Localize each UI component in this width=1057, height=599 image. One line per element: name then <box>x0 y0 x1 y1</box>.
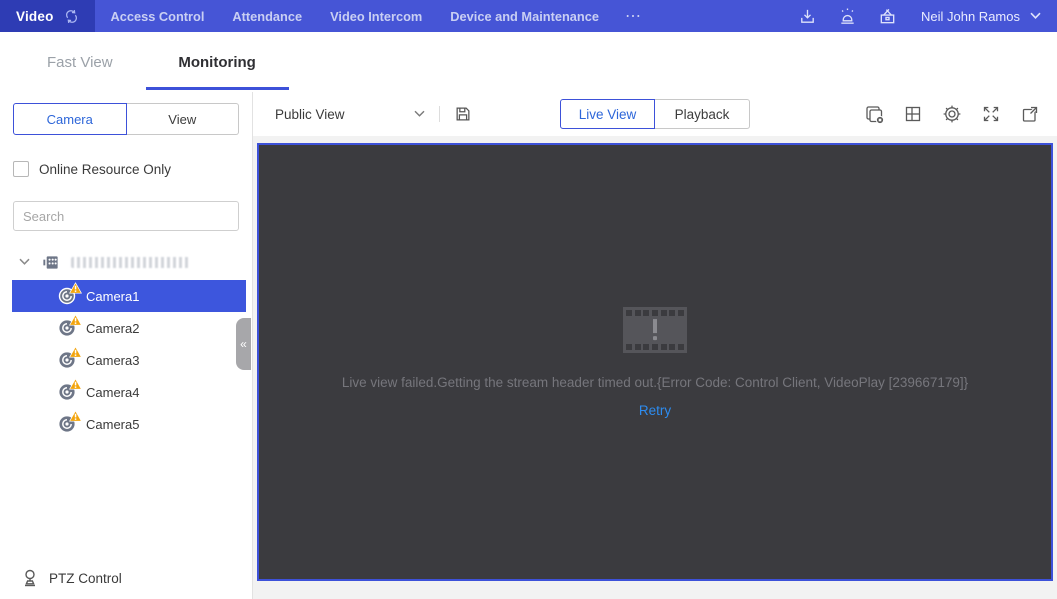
top-nav-bar: Video Access Control Attendance Video In… <box>0 0 1057 32</box>
monitoring-main: Public View Live View Playback Live view… <box>253 92 1057 599</box>
view-selector-value: Public View <box>275 106 345 122</box>
view-tabs: Fast View Monitoring <box>0 32 1057 92</box>
tab-monitoring-label: Monitoring <box>178 53 256 71</box>
switch-module-icon[interactable] <box>63 8 80 25</box>
view-selector-dropdown[interactable]: Public View <box>275 107 425 122</box>
toolbar-divider <box>439 106 440 122</box>
playback-button[interactable]: Playback <box>655 99 750 129</box>
tree-root-device[interactable] <box>0 247 252 277</box>
online-resource-checkbox[interactable] <box>13 161 29 177</box>
encoding-device-icon <box>43 255 58 269</box>
exclamation-mark <box>653 318 657 340</box>
warning-badge-icon <box>69 282 82 294</box>
warning-badge-icon <box>69 410 82 422</box>
open-window-icon[interactable] <box>1017 101 1043 127</box>
camera-label: Camera5 <box>86 416 140 432</box>
warning-badge-icon <box>69 346 82 358</box>
tab-fast-view[interactable]: Fast View <box>47 54 113 71</box>
nav-item-video-intercom[interactable]: Video Intercom <box>318 9 434 24</box>
camera-icon <box>57 378 82 402</box>
tab-view[interactable]: View <box>126 103 239 135</box>
resource-tree: Camera1 Camera2 Camera3 Camera4 Camera5 <box>0 247 252 440</box>
resource-sidebar: Camera View Online Resource Only Search … <box>0 92 253 599</box>
chevron-down-icon <box>1030 12 1041 19</box>
online-resource-label: Online Resource Only <box>39 161 172 177</box>
video-tile[interactable]: Live view failed.Getting the stream head… <box>257 143 1053 581</box>
ptz-control-label: PTZ Control <box>49 570 122 586</box>
fullscreen-icon[interactable] <box>978 101 1004 127</box>
nav-more-button[interactable]: ⋯ <box>615 6 651 26</box>
chevron-down-icon <box>414 110 425 117</box>
device-name-redacted <box>71 256 189 268</box>
camera-icon <box>57 314 82 338</box>
sidebar-collapse-handle[interactable]: « <box>236 318 251 370</box>
camera-icon <box>57 282 82 306</box>
ptz-control-button[interactable]: PTZ Control <box>20 568 122 588</box>
monitoring-toolbar: Public View Live View Playback <box>253 92 1057 136</box>
collapse-glyph: « <box>240 337 247 351</box>
download-icon[interactable] <box>787 7 827 26</box>
retry-link[interactable]: Retry <box>639 403 671 418</box>
warning-badge-icon <box>69 314 82 326</box>
online-resource-only-row[interactable]: Online Resource Only <box>13 161 239 177</box>
camera-tree-item[interactable]: Camera5 <box>12 408 246 440</box>
maintenance-toolbox-icon[interactable] <box>867 7 907 26</box>
nav-item-attendance[interactable]: Attendance <box>220 9 314 24</box>
active-module-label: Video <box>16 8 54 24</box>
alarm-icon[interactable] <box>827 7 867 26</box>
live-view-button[interactable]: Live View <box>560 99 655 129</box>
resource-type-switch: Camera View <box>13 103 239 135</box>
nav-item-device-maintenance[interactable]: Device and Maintenance <box>438 9 611 24</box>
camera-label: Camera4 <box>86 384 140 400</box>
warning-badge-icon <box>69 378 82 390</box>
user-menu[interactable]: Neil John Ramos <box>921 9 1041 24</box>
settings-gear-icon[interactable] <box>939 101 965 127</box>
mode-switch: Live View Playback <box>560 99 750 129</box>
camera-label: Camera1 <box>86 288 140 304</box>
window-division-icon[interactable] <box>900 101 926 127</box>
camera-label: Camera2 <box>86 320 140 336</box>
joystick-icon <box>25 569 35 587</box>
camera-icon <box>57 410 82 434</box>
page-body: Camera View Online Resource Only Search … <box>0 92 1057 599</box>
camera-label: Camera3 <box>86 352 140 368</box>
tab-camera[interactable]: Camera <box>13 103 127 135</box>
camera-tree-item[interactable]: Camera3 <box>12 344 246 376</box>
close-all-icon[interactable] <box>861 101 887 127</box>
search-input[interactable] <box>13 201 239 231</box>
save-view-icon[interactable] <box>454 105 472 123</box>
chevron-down-icon[interactable] <box>19 258 30 266</box>
video-stage: Live view failed.Getting the stream head… <box>253 136 1057 599</box>
video-error-icon <box>623 306 687 353</box>
camera-tree-item[interactable]: Camera2 <box>12 312 246 344</box>
active-module-video[interactable]: Video <box>0 0 95 32</box>
toolbar-right-icons <box>861 101 1043 127</box>
nav-right-group: Neil John Ramos <box>787 7 1057 26</box>
camera-tree-item[interactable]: Camera1 <box>12 280 246 312</box>
error-message: Live view failed.Getting the stream head… <box>341 374 969 390</box>
user-name: Neil John Ramos <box>921 8 1020 24</box>
app-window: Video Access Control Attendance Video In… <box>0 0 1057 599</box>
camera-icon <box>57 346 82 370</box>
camera-tree-item[interactable]: Camera4 <box>12 376 246 408</box>
nav-item-access-control[interactable]: Access Control <box>99 9 217 24</box>
tab-monitoring[interactable]: Monitoring <box>145 32 289 92</box>
